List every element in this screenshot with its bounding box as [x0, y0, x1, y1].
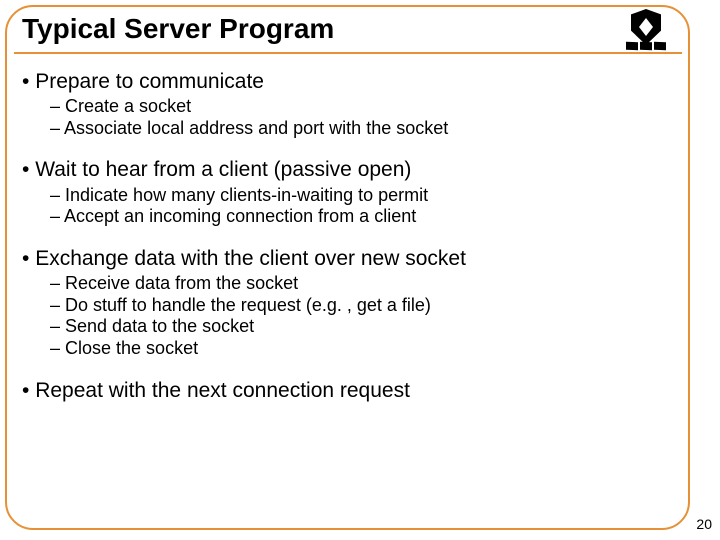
- bullet-sub: Create a socket: [50, 96, 678, 118]
- bullet-main: Repeat with the next connection request: [22, 378, 678, 404]
- slide-title: Typical Server Program: [22, 13, 334, 45]
- bullet-main: Prepare to communicate: [22, 69, 678, 95]
- bullet-sub: Indicate how many clients-in-waiting to …: [50, 185, 678, 207]
- gap: [22, 360, 678, 371]
- bullet-sub: Do stuff to handle the request (e.g. , g…: [50, 295, 678, 317]
- page-number: 20: [696, 516, 712, 532]
- bullet-sub: Accept an incoming connection from a cli…: [50, 206, 678, 228]
- gap: [22, 139, 678, 150]
- bullet-sub: Send data to the socket: [50, 316, 678, 338]
- bullet-main: Wait to hear from a client (passive open…: [22, 157, 678, 183]
- bullet-sub: Receive data from the socket: [50, 273, 678, 295]
- bullet-sub: Close the socket: [50, 338, 678, 360]
- bullet-sub: Associate local address and port with th…: [50, 118, 678, 140]
- gap: [22, 228, 678, 239]
- slide: Typical Server Program Prepare to commun…: [0, 0, 720, 540]
- princeton-shield-icon: [622, 9, 670, 49]
- title-area: Typical Server Program: [14, 6, 682, 54]
- bullet-main: Exchange data with the client over new s…: [22, 246, 678, 272]
- slide-content: Prepare to communicate Create a socket A…: [22, 62, 678, 520]
